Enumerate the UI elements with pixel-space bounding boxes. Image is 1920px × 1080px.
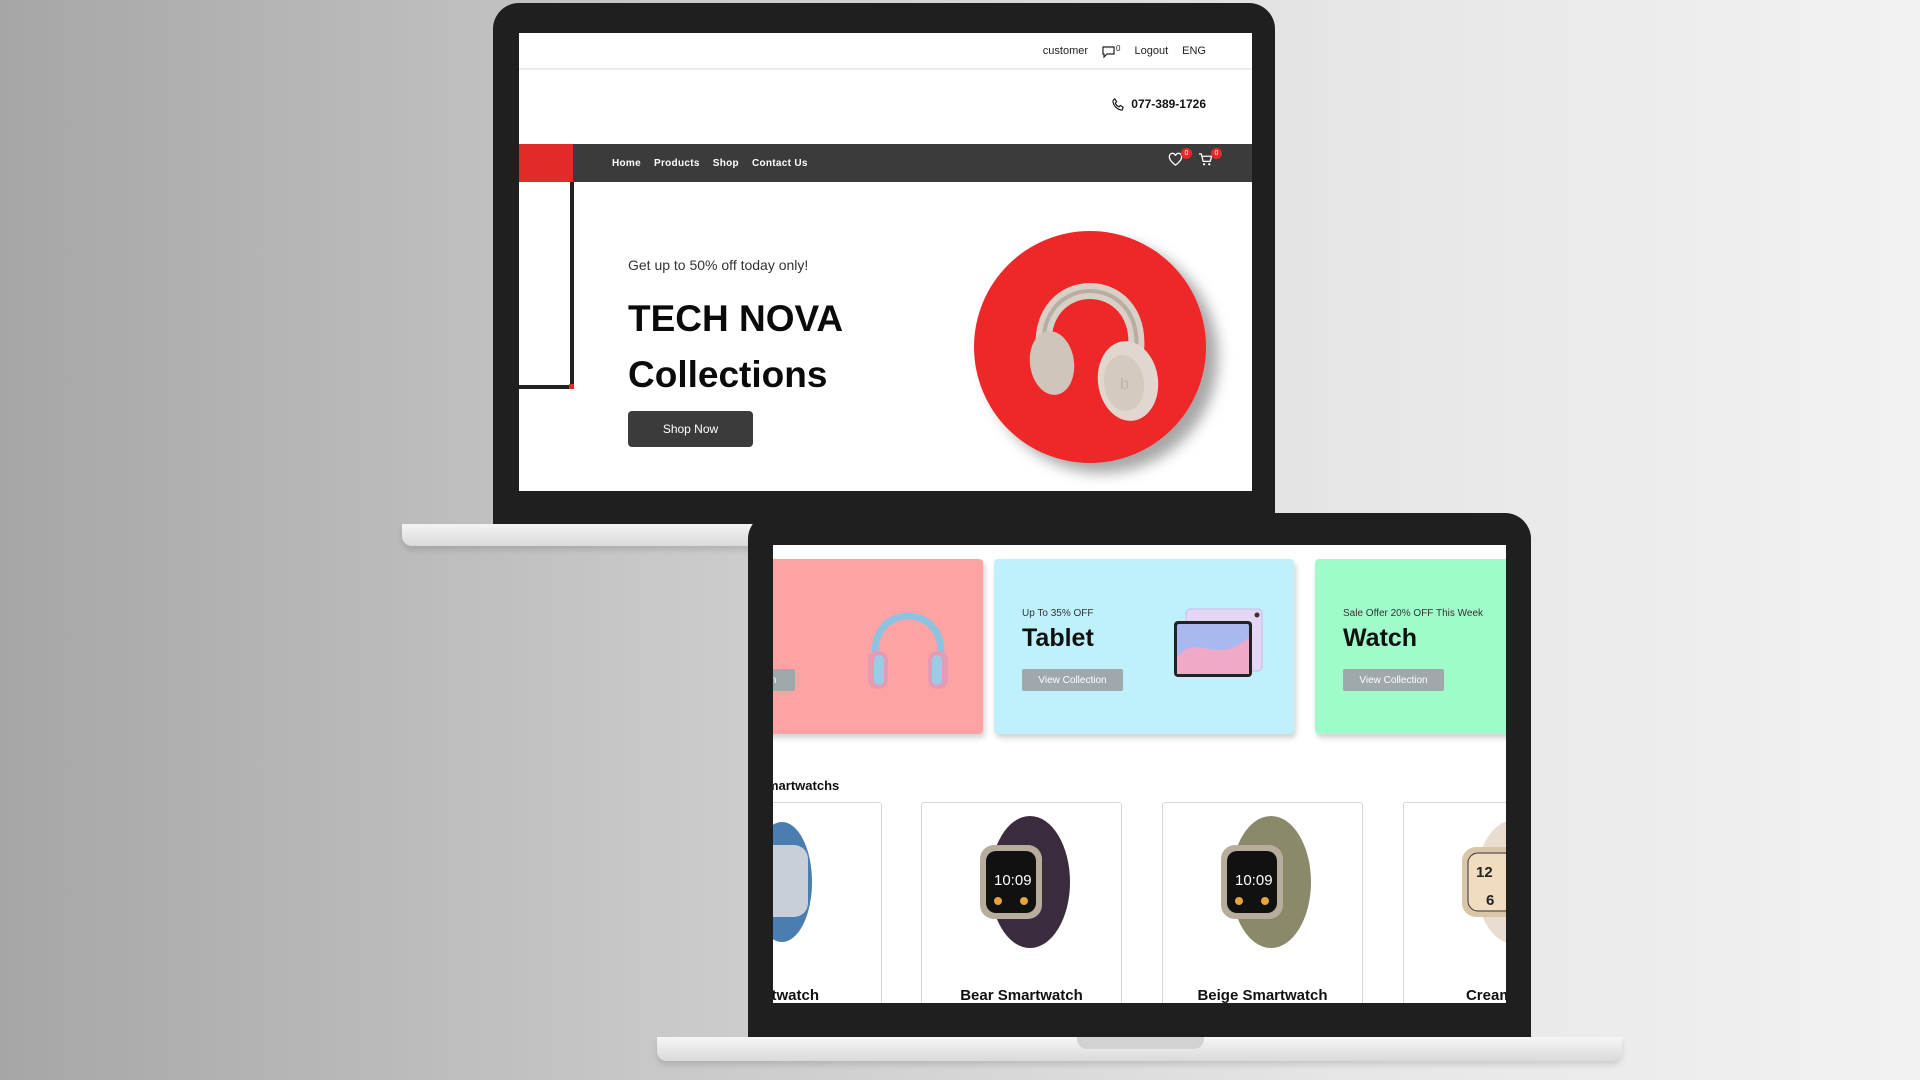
product-card[interactable]: 10:09 Beige Smartwatch bbox=[1162, 802, 1363, 1003]
utility-bar: customer 0 Logout ENG bbox=[519, 33, 1252, 70]
hero-title-line2: Collections bbox=[628, 354, 828, 395]
category-offer: Up To 35% OFF bbox=[1022, 608, 1094, 619]
smartwatch-icon: 10:09 bbox=[1221, 816, 1311, 948]
side-panel-accent bbox=[569, 384, 574, 389]
product-name: martwatch bbox=[773, 987, 820, 1003]
wishlist-badge: 0 bbox=[1181, 148, 1192, 159]
hero-title-line1: TECH NOVA bbox=[628, 298, 844, 339]
phone-number[interactable]: 077-389-1726 bbox=[1112, 97, 1206, 111]
svg-text:10:09: 10:09 bbox=[994, 872, 1032, 889]
cart-button[interactable]: 0 bbox=[1198, 148, 1222, 168]
phone-text: 077-389-1726 bbox=[1131, 97, 1206, 111]
product-card[interactable]: martwatch bbox=[773, 802, 882, 1003]
svg-text:10:09: 10:09 bbox=[1235, 872, 1273, 889]
cart-badge: 0 bbox=[1211, 148, 1222, 159]
side-panel bbox=[519, 182, 574, 389]
svg-text:b: b bbox=[1120, 376, 1129, 393]
category-name: Watch bbox=[1343, 624, 1418, 652]
message-icon bbox=[1102, 45, 1115, 58]
product-name: Beige Smartwatch bbox=[1197, 987, 1328, 1003]
product-name: Bear Smartwatch bbox=[960, 987, 1083, 1003]
main-navbar: Home Products Shop Contact Us 0 0 bbox=[519, 144, 1252, 182]
category-card-watch[interactable]: Sale Offer 20% OFF This Week Watch View … bbox=[1315, 559, 1506, 734]
nav-accent-block bbox=[519, 144, 573, 182]
hero-image: b bbox=[974, 231, 1206, 463]
product-name: Creamy Sr bbox=[1465, 987, 1506, 1003]
nav-shop[interactable]: Shop bbox=[713, 158, 739, 169]
category-name: Tablet bbox=[1022, 624, 1094, 652]
product-card[interactable]: 12 6 Creamy Sr bbox=[1403, 802, 1506, 1003]
category-offer: Sale Offer 20% OFF This Week bbox=[1343, 608, 1484, 619]
hero-subtitle: Get up to 50% off today only! bbox=[628, 257, 809, 273]
language-selector[interactable]: ENG bbox=[1182, 45, 1206, 57]
wishlist-button[interactable]: 0 bbox=[1168, 148, 1192, 168]
headphones-icon bbox=[868, 612, 948, 689]
category-card-tablet[interactable]: Up To 35% OFF Tablet View Collection bbox=[994, 559, 1294, 734]
view-collection-button[interactable]: View Collection bbox=[1022, 669, 1123, 691]
nav-links: Home Products Shop Contact Us bbox=[612, 144, 808, 182]
view-collection-button[interactable]: ion bbox=[773, 669, 795, 691]
svg-text:6: 6 bbox=[1486, 892, 1494, 909]
section-title: martwatchs bbox=[773, 778, 840, 793]
phone-icon bbox=[1112, 97, 1125, 111]
hero-title: TECH NOVA Collections bbox=[628, 291, 843, 403]
nav-home[interactable]: Home bbox=[612, 158, 641, 169]
smartwatch-icon bbox=[773, 822, 812, 942]
laptop-notch bbox=[1077, 1037, 1204, 1049]
messages-link[interactable]: 0 bbox=[1102, 43, 1121, 58]
products-screen: ion Up To 35% OFF Tablet View Collection bbox=[773, 545, 1506, 1003]
customer-link[interactable]: customer bbox=[1043, 45, 1088, 57]
view-collection-button[interactable]: View Collection bbox=[1343, 669, 1444, 691]
homepage-screen: customer 0 Logout ENG 077-389-1726 Home … bbox=[519, 33, 1252, 491]
category-card-headphones[interactable]: ion bbox=[773, 559, 983, 734]
messages-count: 0 bbox=[1116, 43, 1121, 53]
nav-contact[interactable]: Contact Us bbox=[752, 158, 808, 169]
tablet-icon bbox=[1174, 608, 1263, 677]
shop-now-button[interactable]: Shop Now bbox=[628, 411, 753, 447]
svg-text:12: 12 bbox=[1476, 864, 1493, 881]
smartwatch-icon: 12 6 bbox=[1462, 821, 1506, 943]
smartwatch-icon: 10:09 bbox=[980, 816, 1070, 948]
nav-icons: 0 0 bbox=[1168, 148, 1222, 168]
logout-link[interactable]: Logout bbox=[1135, 45, 1169, 57]
product-card[interactable]: 10:09 Bear Smartwatch bbox=[921, 802, 1122, 1003]
headphones-icon: b bbox=[1029, 283, 1159, 421]
nav-products[interactable]: Products bbox=[654, 158, 700, 169]
